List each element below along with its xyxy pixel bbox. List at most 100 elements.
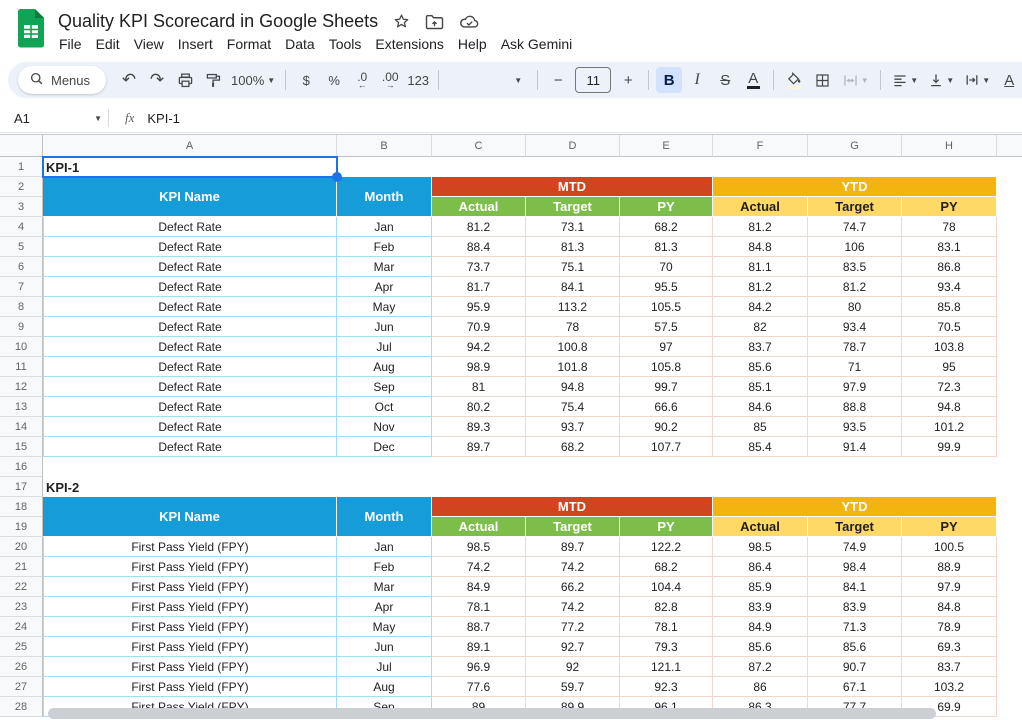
value-cell[interactable]: 78 [526,317,620,337]
value-cell[interactable]: 59.7 [526,677,620,697]
menu-item-edit[interactable]: Edit [89,34,127,54]
menu-item-file[interactable]: File [52,34,89,54]
text-wrapping-button[interactable]: ▼ [960,67,994,93]
value-cell[interactable]: 101.8 [526,357,620,377]
kpi-name-cell[interactable]: Defect Rate [43,437,337,457]
month-cell[interactable]: Jul [337,657,432,677]
month-cell[interactable]: Jan [337,217,432,237]
value-cell[interactable]: 84.2 [713,297,808,317]
month-header-cell[interactable]: Month [337,177,432,217]
value-cell[interactable]: 74.9 [808,537,902,557]
value-cell[interactable]: 81.1 [713,257,808,277]
font-family-caret[interactable]: ▼ [504,67,530,93]
value-cell[interactable]: 81 [432,377,526,397]
value-cell[interactable]: 85.8 [902,297,997,317]
row-header-10[interactable]: 10 [0,337,43,357]
month-cell[interactable]: Jun [337,317,432,337]
row-header-2[interactable]: 2 [0,177,43,197]
value-cell[interactable]: 94.8 [526,377,620,397]
row-header-19[interactable]: 19 [0,517,43,537]
value-cell[interactable]: 88.7 [432,617,526,637]
horizontal-scrollbar[interactable] [48,708,936,719]
kpi-name-cell[interactable]: First Pass Yield (FPY) [43,617,337,637]
month-cell[interactable]: Mar [337,577,432,597]
value-cell[interactable]: 84.9 [713,617,808,637]
value-cell[interactable]: 87.2 [713,657,808,677]
value-cell[interactable]: 92.7 [526,637,620,657]
row-header-1[interactable]: 1 [0,157,43,177]
value-cell[interactable]: 82.8 [620,597,713,617]
section-label-kpi-2[interactable]: KPI-2 [43,477,337,497]
value-cell[interactable]: 84.1 [526,277,620,297]
value-cell[interactable]: 78.7 [808,337,902,357]
section-label-kpi-1[interactable]: KPI-1 [43,157,337,177]
value-cell[interactable]: 105.5 [620,297,713,317]
row-header-14[interactable]: 14 [0,417,43,437]
text-color-button[interactable]: A [740,67,766,93]
mtd-sub-header-cell[interactable]: Actual [432,197,526,217]
value-cell[interactable]: 86.8 [902,257,997,277]
row-header-21[interactable]: 21 [0,557,43,577]
value-cell[interactable]: 97.9 [808,377,902,397]
value-cell[interactable]: 89.7 [526,537,620,557]
value-cell[interactable]: 74.7 [808,217,902,237]
kpi-name-cell[interactable]: First Pass Yield (FPY) [43,537,337,557]
value-cell[interactable]: 91.4 [808,437,902,457]
cloud-saved-icon[interactable] [459,14,480,29]
value-cell[interactable]: 66.2 [526,577,620,597]
more-formats-button[interactable]: 123 [405,67,431,93]
row-header-17[interactable]: 17 [0,477,43,497]
bold-button[interactable]: B [656,67,682,93]
row-header-15[interactable]: 15 [0,437,43,457]
month-cell[interactable]: Sep [337,377,432,397]
value-cell[interactable]: 89.3 [432,417,526,437]
zoom-dropdown[interactable]: 100% ▼ [228,67,278,93]
kpi-name-header-cell[interactable]: KPI Name [43,497,337,537]
value-cell[interactable]: 77.2 [526,617,620,637]
row-header-7[interactable]: 7 [0,277,43,297]
document-title[interactable]: Quality KPI Scorecard in Google Sheets [58,11,378,32]
row-header-6[interactable]: 6 [0,257,43,277]
value-cell[interactable]: 74.2 [432,557,526,577]
mtd-sub-header-cell[interactable]: Target [526,517,620,537]
value-cell[interactable]: 81.2 [808,277,902,297]
value-cell[interactable]: 84.8 [902,597,997,617]
value-cell[interactable]: 83.5 [808,257,902,277]
value-cell[interactable]: 67.1 [808,677,902,697]
value-cell[interactable]: 97 [620,337,713,357]
value-cell[interactable]: 99.7 [620,377,713,397]
fill-color-button[interactable] [781,67,807,93]
kpi-name-cell[interactable]: First Pass Yield (FPY) [43,577,337,597]
value-cell[interactable]: 71 [808,357,902,377]
redo-button[interactable]: ↷ [144,67,170,93]
value-cell[interactable]: 89.1 [432,637,526,657]
value-cell[interactable]: 85.1 [713,377,808,397]
value-cell[interactable]: 93.4 [902,277,997,297]
row-header-11[interactable]: 11 [0,357,43,377]
paint-format-icon[interactable] [200,67,226,93]
column-header-a[interactable]: A [43,135,337,157]
month-cell[interactable]: Aug [337,677,432,697]
value-cell[interactable]: 73.1 [526,217,620,237]
formula-input[interactable]: KPI-1 [147,111,180,126]
value-cell[interactable]: 85.6 [713,357,808,377]
value-cell[interactable]: 104.4 [620,577,713,597]
mtd-group-header-cell[interactable]: MTD [432,177,713,197]
row-header-27[interactable]: 27 [0,677,43,697]
ytd-group-header-cell[interactable]: YTD [713,497,997,517]
menu-item-ask-gemini[interactable]: Ask Gemini [494,34,580,54]
ytd-group-header-cell[interactable]: YTD [713,177,997,197]
value-cell[interactable]: 103.2 [902,677,997,697]
value-cell[interactable]: 75.4 [526,397,620,417]
value-cell[interactable]: 78.1 [620,617,713,637]
value-cell[interactable]: 95 [902,357,997,377]
month-cell[interactable]: Apr [337,597,432,617]
value-cell[interactable]: 84.6 [713,397,808,417]
font-family-dropdown[interactable] [446,68,502,92]
value-cell[interactable]: 121.1 [620,657,713,677]
ytd-sub-header-cell[interactable]: PY [902,517,997,537]
month-cell[interactable]: Feb [337,557,432,577]
column-header-g[interactable]: G [808,135,902,157]
value-cell[interactable]: 81.7 [432,277,526,297]
value-cell[interactable]: 71.3 [808,617,902,637]
